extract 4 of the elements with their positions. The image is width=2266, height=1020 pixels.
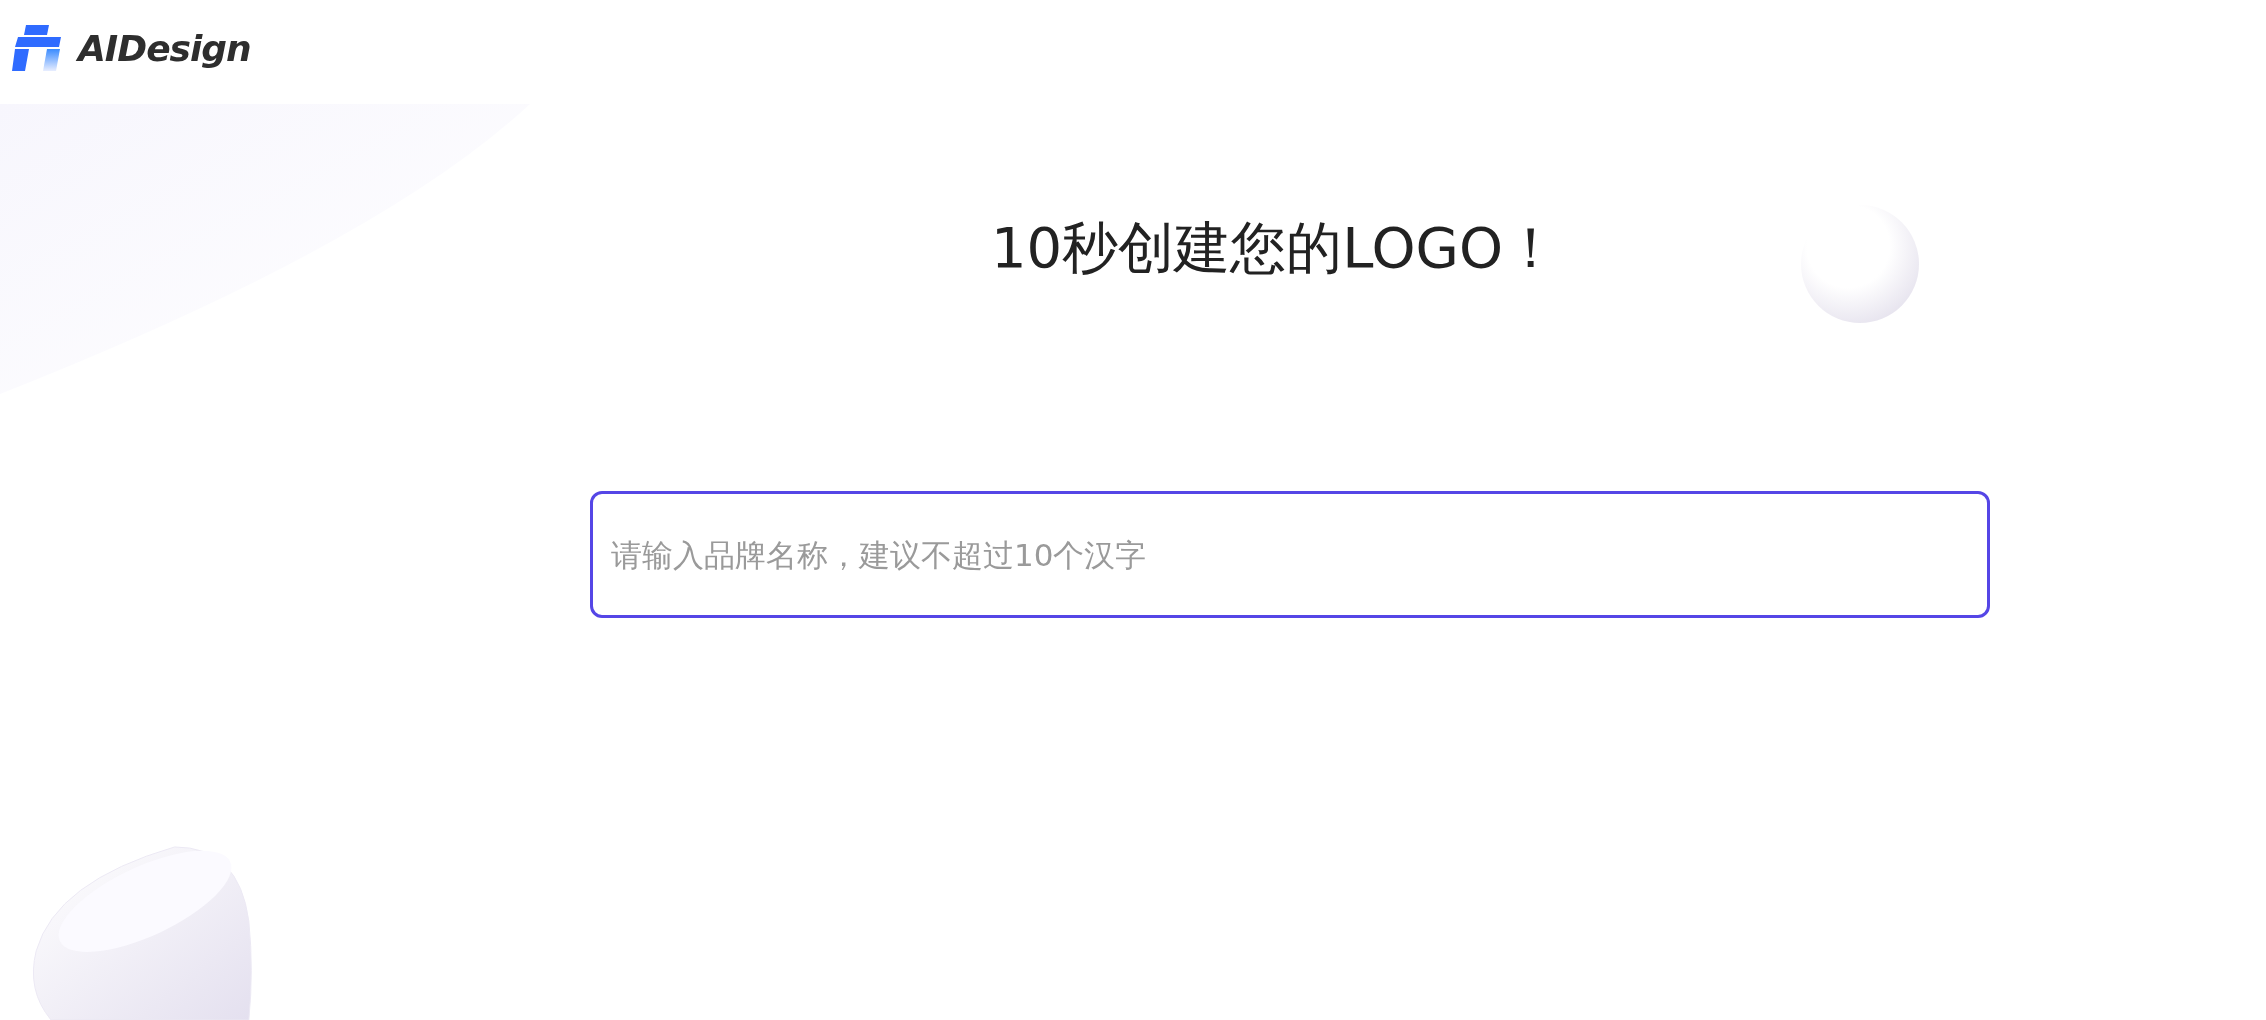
- logo-icon: [12, 25, 62, 71]
- page-title: 10秒创建您的LOGO！: [991, 214, 1559, 282]
- logo-text: AIDesign: [78, 27, 251, 69]
- brand-name-field[interactable]: 请输入品牌名称，建议不超过10个汉字: [590, 491, 1990, 618]
